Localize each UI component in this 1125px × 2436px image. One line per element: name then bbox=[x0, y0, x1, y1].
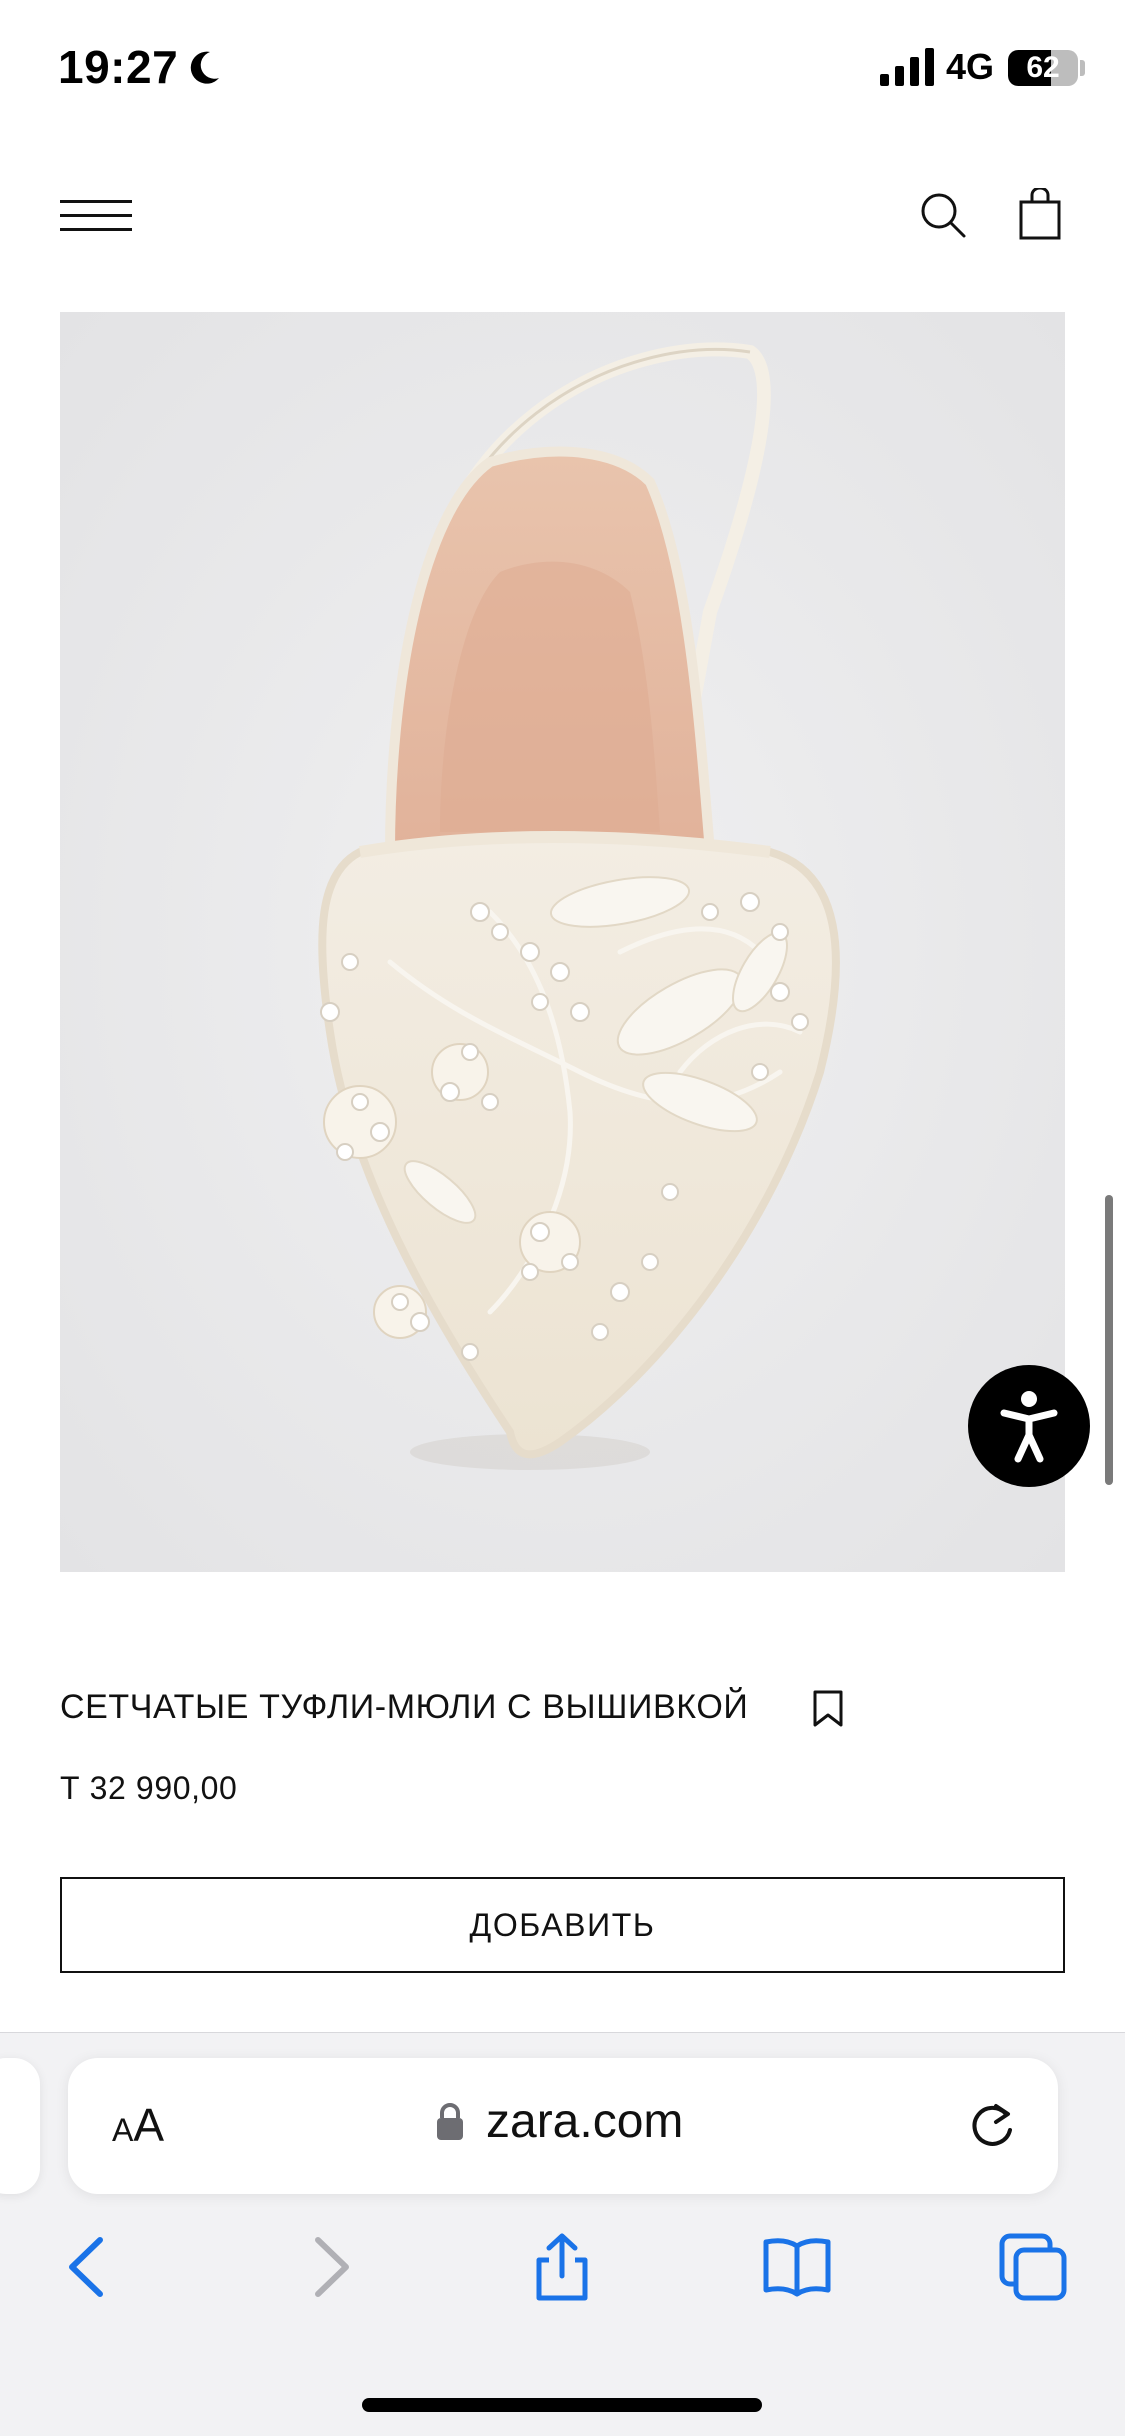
text-size-large-a: A bbox=[133, 2099, 165, 2151]
back-icon[interactable] bbox=[52, 2232, 122, 2302]
tabs-icon[interactable] bbox=[998, 2232, 1068, 2302]
url-text: zara.com bbox=[486, 2095, 684, 2148]
bookmark-icon[interactable] bbox=[812, 1690, 844, 1728]
product-image[interactable] bbox=[60, 312, 1065, 1572]
accessibility-button[interactable] bbox=[968, 1365, 1090, 1487]
shopping-bag-icon[interactable] bbox=[1018, 188, 1062, 240]
lock-icon bbox=[437, 2103, 463, 2140]
bookmarks-icon[interactable] bbox=[762, 2232, 832, 2302]
previous-tab-preview[interactable] bbox=[0, 2058, 40, 2194]
accessibility-icon bbox=[1000, 1391, 1058, 1463]
status-bar: 19:27 4G 62 bbox=[0, 0, 1125, 140]
moon-icon bbox=[190, 51, 219, 84]
add-to-cart-button[interactable]: ДОБАВИТЬ bbox=[60, 1877, 1065, 1973]
text-size-small-a: A bbox=[112, 2112, 134, 2148]
menu-icon[interactable] bbox=[60, 200, 132, 232]
page-scrollbar[interactable] bbox=[1105, 1195, 1113, 1485]
status-time: 19:27 bbox=[58, 41, 179, 93]
text-size-button[interactable]: A A bbox=[112, 2098, 164, 2154]
product-price: Т 32 990,00 bbox=[60, 1770, 238, 1806]
site-header bbox=[0, 160, 1125, 270]
network-type: 4G bbox=[946, 46, 995, 87]
battery-icon: 62 bbox=[1008, 50, 1078, 86]
address-bar[interactable]: A A zara.com bbox=[68, 2058, 1058, 2194]
share-icon[interactable] bbox=[527, 2232, 597, 2302]
reload-icon[interactable] bbox=[966, 2100, 1018, 2152]
signal-icon bbox=[880, 48, 934, 86]
search-icon[interactable] bbox=[918, 190, 968, 240]
battery-percent: 62 bbox=[1026, 51, 1060, 84]
forward-icon[interactable] bbox=[296, 2232, 366, 2302]
shoe-illustration bbox=[60, 312, 1065, 1572]
home-indicator[interactable] bbox=[362, 2398, 762, 2412]
battery-cap bbox=[1080, 60, 1085, 76]
product-name: СЕТЧАТЫЕ ТУФЛИ-МЮЛИ С ВЫШИВКОЙ bbox=[60, 1688, 749, 1726]
